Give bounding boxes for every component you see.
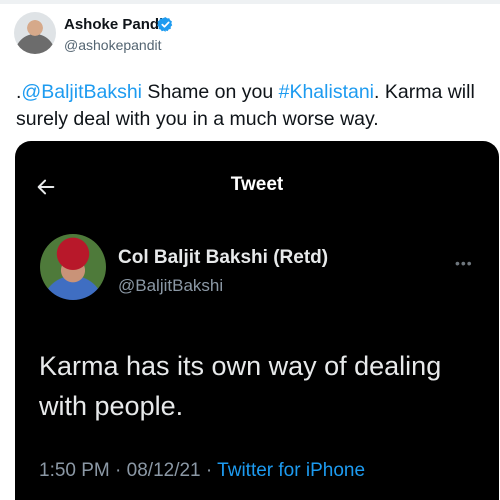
tweet-text: .@BaljitBakshi Shame on you #Khalistani.…: [16, 79, 486, 133]
embedded-avatar: [40, 234, 106, 300]
embedded-time: 1:50 PM: [39, 460, 110, 481]
more-dots-icon: •••: [455, 255, 473, 271]
embedded-source: Twitter for iPhone: [217, 460, 366, 481]
mention-link[interactable]: @BaljitBakshi: [21, 81, 142, 103]
embedded-author-handle: @BaljitBakshi: [118, 276, 224, 295]
tweet-text-middle: Shame on you: [142, 81, 279, 103]
verified-badge-icon: [157, 17, 173, 32]
author-name[interactable]: Ashoke Pandit: [64, 16, 168, 33]
avatar[interactable]: [14, 12, 56, 54]
embedded-author-name: Col Baljit Bakshi (Retd): [118, 247, 329, 268]
embedded-meta: 1:50 PM · 08/12/21 · Twitter for iPhone: [39, 460, 365, 482]
embedded-date: 08/12/21: [126, 460, 201, 481]
author-handle[interactable]: @ashokepandit: [64, 37, 162, 53]
embedded-tweet-text: Karma has its own way of dealing with pe…: [39, 351, 442, 421]
meta-separator: ·: [200, 460, 218, 481]
hashtag-link[interactable]: #Khalistani: [279, 81, 374, 103]
top-divider: [0, 0, 500, 4]
embedded-tweet-screenshot: Tweet Col Baljit Bakshi (Retd) @BaljitBa…: [15, 141, 499, 500]
meta-separator: ·: [109, 460, 127, 481]
embedded-header-title: Tweet: [230, 174, 284, 195]
